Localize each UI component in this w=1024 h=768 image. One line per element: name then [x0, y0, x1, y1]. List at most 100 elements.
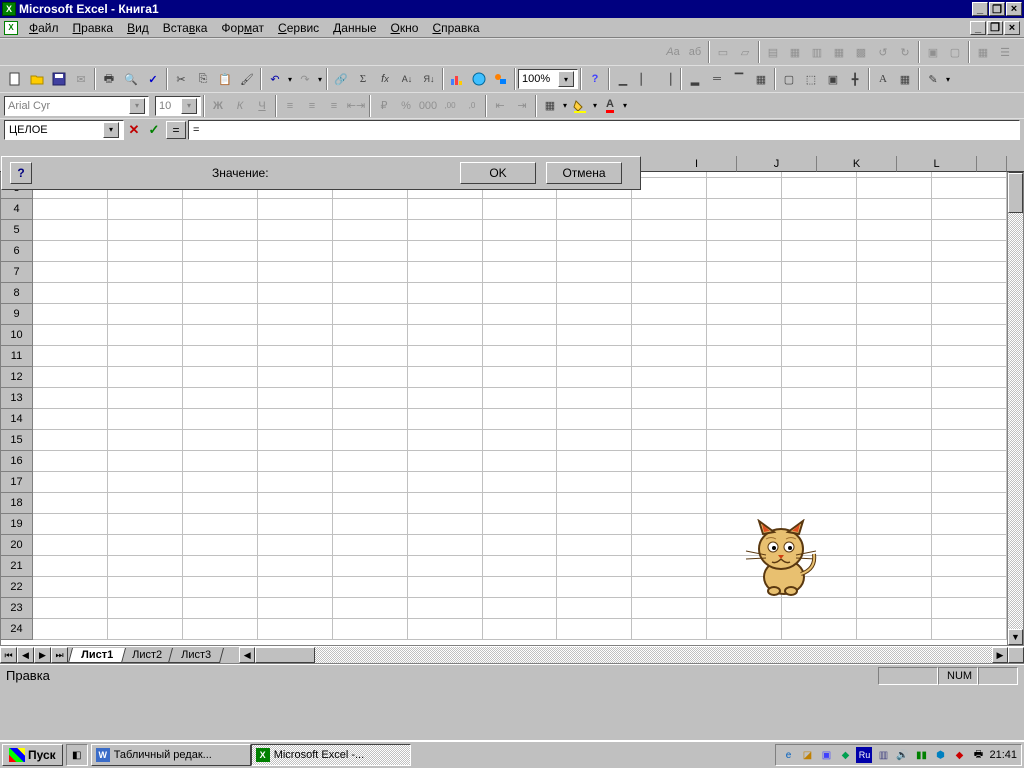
- cancel-button[interactable]: Отмена: [546, 162, 622, 184]
- row-header-7[interactable]: 7: [1, 262, 33, 283]
- cell[interactable]: [857, 451, 932, 472]
- cell[interactable]: [782, 304, 857, 325]
- taskbar-item-word[interactable]: W Табличный редак...: [91, 744, 251, 766]
- align-center-text-icon[interactable]: ≡: [301, 95, 323, 117]
- cell[interactable]: [258, 493, 333, 514]
- cell[interactable]: [258, 304, 333, 325]
- cell[interactable]: [557, 598, 632, 619]
- document-icon[interactable]: X: [4, 21, 18, 35]
- cell[interactable]: [333, 493, 408, 514]
- undo-icon[interactable]: ↶: [264, 68, 286, 90]
- row-header-24[interactable]: 24: [1, 619, 33, 640]
- sort-desc-icon[interactable]: Я↓: [418, 68, 440, 90]
- cell[interactable]: [108, 577, 183, 598]
- cell[interactable]: [782, 367, 857, 388]
- cell[interactable]: [932, 619, 1007, 640]
- sheet-tab-Лист2[interactable]: Лист2: [119, 648, 175, 663]
- cell[interactable]: [408, 409, 483, 430]
- cell[interactable]: [258, 577, 333, 598]
- cell[interactable]: [333, 325, 408, 346]
- cell[interactable]: [333, 346, 408, 367]
- tray-app2-icon[interactable]: ▣: [818, 747, 834, 763]
- row-header-21[interactable]: 21: [1, 556, 33, 577]
- cell[interactable]: [183, 472, 258, 493]
- row-header-22[interactable]: 22: [1, 577, 33, 598]
- cell[interactable]: [857, 388, 932, 409]
- underline-icon[interactable]: Ч: [251, 95, 273, 117]
- fill-color-dropdown[interactable]: ▾: [591, 95, 599, 117]
- cell[interactable]: [557, 472, 632, 493]
- cell[interactable]: [108, 199, 183, 220]
- vscroll-thumb[interactable]: [1008, 173, 1023, 213]
- border-none-icon[interactable]: ⬚: [800, 68, 822, 90]
- cell[interactable]: [857, 514, 932, 535]
- cell[interactable]: [33, 556, 108, 577]
- cell[interactable]: [707, 304, 782, 325]
- paste-icon[interactable]: 📋: [214, 68, 236, 90]
- mail-icon[interactable]: ✉: [70, 68, 92, 90]
- cell[interactable]: [932, 241, 1007, 262]
- autosum-icon[interactable]: Σ: [352, 68, 374, 90]
- cell[interactable]: [857, 472, 932, 493]
- cell[interactable]: [33, 283, 108, 304]
- border-thick-bottom-icon[interactable]: ▂: [684, 68, 706, 90]
- cell[interactable]: [183, 367, 258, 388]
- formula-input[interactable]: =: [188, 120, 1020, 140]
- decrease-decimal-icon[interactable]: ,0: [461, 95, 483, 117]
- cell[interactable]: [557, 535, 632, 556]
- row-header-20[interactable]: 20: [1, 535, 33, 556]
- cell[interactable]: [857, 367, 932, 388]
- cell[interactable]: [483, 241, 558, 262]
- cell[interactable]: [33, 346, 108, 367]
- cell[interactable]: [932, 451, 1007, 472]
- row-header-8[interactable]: 8: [1, 283, 33, 304]
- cell[interactable]: [707, 619, 782, 640]
- doc-minimize-button[interactable]: _: [970, 21, 986, 35]
- cell[interactable]: [333, 367, 408, 388]
- vertical-scrollbar[interactable]: ▲ ▼: [1007, 157, 1023, 645]
- ok-button[interactable]: OK: [460, 162, 536, 184]
- cell[interactable]: [632, 472, 707, 493]
- cell[interactable]: [932, 472, 1007, 493]
- cell[interactable]: [183, 430, 258, 451]
- cell[interactable]: [557, 325, 632, 346]
- cell[interactable]: [408, 514, 483, 535]
- border-inside-icon[interactable]: ╋: [844, 68, 866, 90]
- cell[interactable]: [183, 514, 258, 535]
- cell[interactable]: [932, 388, 1007, 409]
- cell[interactable]: [857, 178, 932, 199]
- cell[interactable]: [857, 241, 932, 262]
- cell[interactable]: [483, 367, 558, 388]
- align-right-text-icon[interactable]: ≡: [323, 95, 345, 117]
- menu-формат[interactable]: Формат: [214, 19, 271, 37]
- row-header-16[interactable]: 16: [1, 451, 33, 472]
- cell[interactable]: [258, 241, 333, 262]
- cell[interactable]: [33, 199, 108, 220]
- cell[interactable]: [258, 556, 333, 577]
- cell[interactable]: [333, 220, 408, 241]
- cell[interactable]: [258, 430, 333, 451]
- cell[interactable]: [108, 556, 183, 577]
- cell[interactable]: [932, 367, 1007, 388]
- cell[interactable]: [932, 598, 1007, 619]
- cell[interactable]: [782, 598, 857, 619]
- cell[interactable]: [108, 598, 183, 619]
- align-left-text-icon[interactable]: ≡: [279, 95, 301, 117]
- cell[interactable]: [258, 598, 333, 619]
- cell[interactable]: [183, 535, 258, 556]
- cell[interactable]: [108, 493, 183, 514]
- cell[interactable]: [483, 472, 558, 493]
- cell[interactable]: [707, 325, 782, 346]
- cell[interactable]: [333, 199, 408, 220]
- cell[interactable]: [408, 388, 483, 409]
- borders-dropdown[interactable]: ▾: [561, 95, 569, 117]
- bold-icon[interactable]: Ж: [207, 95, 229, 117]
- formula-help-icon[interactable]: ?: [10, 162, 32, 184]
- function-icon[interactable]: fx: [374, 68, 396, 90]
- cell[interactable]: [632, 262, 707, 283]
- cell[interactable]: [333, 388, 408, 409]
- cell[interactable]: [408, 577, 483, 598]
- cell[interactable]: [333, 262, 408, 283]
- cell[interactable]: [782, 346, 857, 367]
- menu-окно[interactable]: Окно: [384, 19, 426, 37]
